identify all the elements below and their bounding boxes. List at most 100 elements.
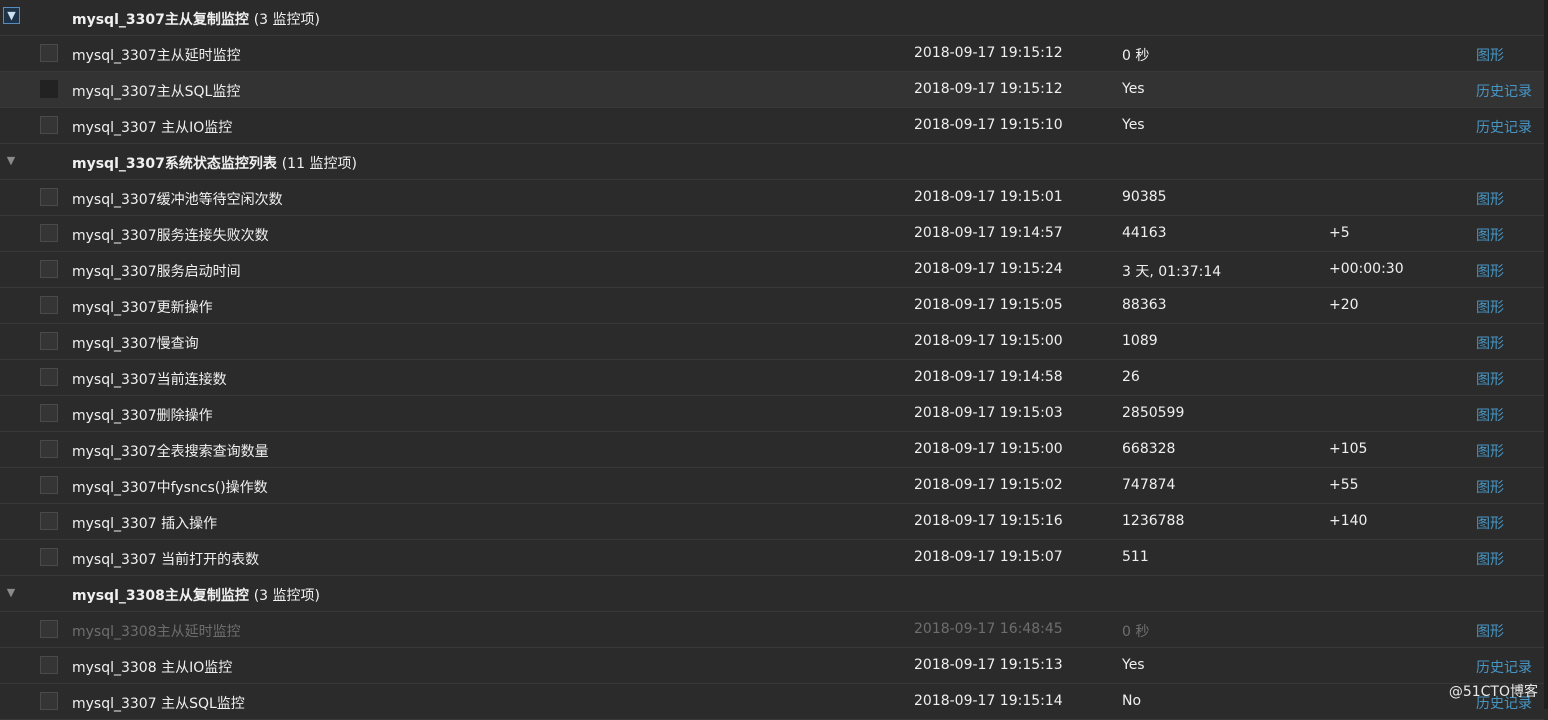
- item-row: mysql_3307 主从SQL监控 2018-09-17 19:15:14 No 历…: [0, 684, 1544, 720]
- last-check-time: 2018-09-17 19:15:12: [914, 45, 1063, 61]
- item-row: mysql_3307主从延时监控 2018-09-17 19:15:12 0 秒 图形: [0, 36, 1544, 72]
- item-checkbox[interactable]: [40, 368, 58, 386]
- item-checkbox[interactable]: [40, 44, 58, 62]
- item-checkbox[interactable]: [40, 692, 58, 710]
- last-value: 0 秒: [1122, 48, 1150, 64]
- history-link[interactable]: 历史记录: [1476, 657, 1532, 677]
- item-checkbox[interactable]: [40, 476, 58, 494]
- last-check-time: 2018-09-17 19:14:58: [914, 369, 1063, 385]
- last-value: 26: [1122, 369, 1140, 385]
- graph-link[interactable]: 图形: [1476, 405, 1504, 425]
- history-link[interactable]: 历史记录: [1476, 117, 1532, 137]
- item-row: mysql_3307全表搜索查询数量 2018-09-17 19:15:00 668…: [0, 432, 1544, 468]
- item-checkbox[interactable]: [40, 512, 58, 530]
- item-name: mysql_3307 插入操作: [72, 516, 218, 532]
- item-checkbox[interactable]: [40, 548, 58, 566]
- graph-link[interactable]: 图形: [1476, 369, 1504, 389]
- last-check-time: 2018-09-17 16:48:45: [914, 621, 1063, 637]
- last-check-time: 2018-09-17 19:15:12: [914, 81, 1063, 97]
- item-row: mysql_3307删除操作 2018-09-17 19:15:03 2850599…: [0, 396, 1544, 432]
- item-name: mysql_3307主从SQL监控: [72, 84, 241, 100]
- group-name: mysql_3307系统状态监控列表 (11 监控项): [72, 153, 357, 173]
- item-name: mysql_3307 当前打开的表数: [72, 552, 260, 568]
- last-check-time: 2018-09-17 19:15:00: [914, 333, 1063, 349]
- graph-link[interactable]: 图形: [1476, 225, 1504, 245]
- last-check-time: 2018-09-17 19:15:14: [914, 693, 1063, 709]
- item-name: mysql_3307主从延时监控: [72, 48, 241, 64]
- item-row: mysql_3308主从延时监控 2018-09-17 16:48:45 0 秒 图形: [0, 612, 1544, 648]
- item-row: mysql_3307服务连接失败次数 2018-09-17 19:14:57 441…: [0, 216, 1544, 252]
- item-checkbox[interactable]: [40, 440, 58, 458]
- graph-link[interactable]: 图形: [1476, 189, 1504, 209]
- item-checkbox[interactable]: [40, 188, 58, 206]
- group-item-count: (11 监控项): [281, 156, 357, 172]
- graph-link[interactable]: 图形: [1476, 549, 1504, 569]
- collapse-toggle-icon[interactable]: ▼: [3, 584, 19, 600]
- last-check-time: 2018-09-17 19:15:24: [914, 261, 1063, 277]
- value-change: +140: [1329, 513, 1368, 529]
- group-name: mysql_3307主从复制监控 (3 监控项): [72, 9, 320, 29]
- item-name: mysql_3307服务连接失败次数: [72, 228, 269, 244]
- item-row: mysql_3307 插入操作 2018-09-17 19:15:16 123678…: [0, 504, 1544, 540]
- item-name: mysql_3308 主从IO监控: [72, 660, 233, 676]
- graph-link[interactable]: 图形: [1476, 45, 1504, 65]
- latest-data-table: ▼ mysql_3307主从复制监控 (3 监控项) mysql_3307主从延时监…: [0, 0, 1544, 720]
- last-check-time: 2018-09-17 19:15:13: [914, 657, 1063, 673]
- graph-link[interactable]: 图形: [1476, 441, 1504, 461]
- graph-link[interactable]: 图形: [1476, 261, 1504, 281]
- graph-link[interactable]: 图形: [1476, 297, 1504, 317]
- item-row: mysql_3307 主从IO监控 2018-09-17 19:15:10 Yes 历…: [0, 108, 1544, 144]
- last-value: 88363: [1122, 297, 1167, 313]
- last-value: 3 天, 01:37:14: [1122, 264, 1222, 280]
- last-value: 511: [1122, 549, 1149, 565]
- item-name: mysql_3307 主从IO监控: [72, 120, 233, 136]
- last-value: 90385: [1122, 189, 1167, 205]
- collapse-toggle-icon[interactable]: ▼: [3, 152, 19, 168]
- item-checkbox[interactable]: [40, 656, 58, 674]
- item-checkbox[interactable]: [40, 296, 58, 314]
- last-value: 0 秒: [1122, 624, 1150, 640]
- last-check-time: 2018-09-17 19:15:07: [914, 549, 1063, 565]
- item-checkbox[interactable]: [40, 224, 58, 242]
- item-checkbox[interactable]: [40, 80, 58, 98]
- group-title: mysql_3307主从复制监控: [72, 12, 249, 28]
- last-check-time: 2018-09-17 19:15:10: [914, 117, 1063, 133]
- last-check-time: 2018-09-17 19:14:57: [914, 225, 1063, 241]
- group-row: ▼ mysql_3307主从复制监控 (3 监控项): [0, 0, 1544, 36]
- last-check-time: 2018-09-17 19:15:01: [914, 189, 1063, 205]
- item-checkbox[interactable]: [40, 332, 58, 350]
- item-checkbox[interactable]: [40, 116, 58, 134]
- item-checkbox[interactable]: [40, 404, 58, 422]
- watermark: @51CTO博客: [1448, 684, 1538, 700]
- item-row: mysql_3307 当前打开的表数 2018-09-17 19:15:07 511…: [0, 540, 1544, 576]
- group-title: mysql_3308主从复制监控: [72, 588, 249, 604]
- collapse-toggle-icon[interactable]: ▼: [3, 7, 20, 24]
- last-value: 1236788: [1122, 513, 1185, 529]
- group-item-count: (3 监控项): [253, 588, 320, 604]
- value-change: +00:00:30: [1329, 261, 1404, 277]
- item-row: mysql_3307当前连接数 2018-09-17 19:14:58 26 图形: [0, 360, 1544, 396]
- item-checkbox[interactable]: [40, 260, 58, 278]
- history-link[interactable]: 历史记录: [1476, 81, 1532, 101]
- graph-link[interactable]: 图形: [1476, 513, 1504, 533]
- item-row: mysql_3307服务启动时间 2018-09-17 19:15:24 3 天, …: [0, 252, 1544, 288]
- last-value: 1089: [1122, 333, 1158, 349]
- last-check-time: 2018-09-17 19:15:02: [914, 477, 1063, 493]
- graph-link[interactable]: 图形: [1476, 477, 1504, 497]
- graph-link[interactable]: 图形: [1476, 333, 1504, 353]
- last-value: Yes: [1122, 117, 1145, 133]
- item-row: mysql_3307中fysncs()操作数 2018-09-17 19:15:0…: [0, 468, 1544, 504]
- item-name: mysql_3307 主从SQL监控: [72, 696, 245, 712]
- last-check-time: 2018-09-17 19:15:16: [914, 513, 1063, 529]
- scrollbar[interactable]: [1544, 0, 1548, 709]
- item-name: mysql_3308主从延时监控: [72, 624, 241, 640]
- item-checkbox[interactable]: [40, 620, 58, 638]
- last-check-time: 2018-09-17 19:15:03: [914, 405, 1063, 421]
- item-row: mysql_3308 主从IO监控 2018-09-17 19:15:13 Yes 历…: [0, 648, 1544, 684]
- item-name: mysql_3307更新操作: [72, 300, 213, 316]
- group-title: mysql_3307系统状态监控列表: [72, 156, 277, 172]
- value-change: +20: [1329, 297, 1359, 313]
- graph-link[interactable]: 图形: [1476, 621, 1504, 641]
- value-change: +55: [1329, 477, 1359, 493]
- item-row: mysql_3307慢查询 2018-09-17 19:15:00 1089 图形: [0, 324, 1544, 360]
